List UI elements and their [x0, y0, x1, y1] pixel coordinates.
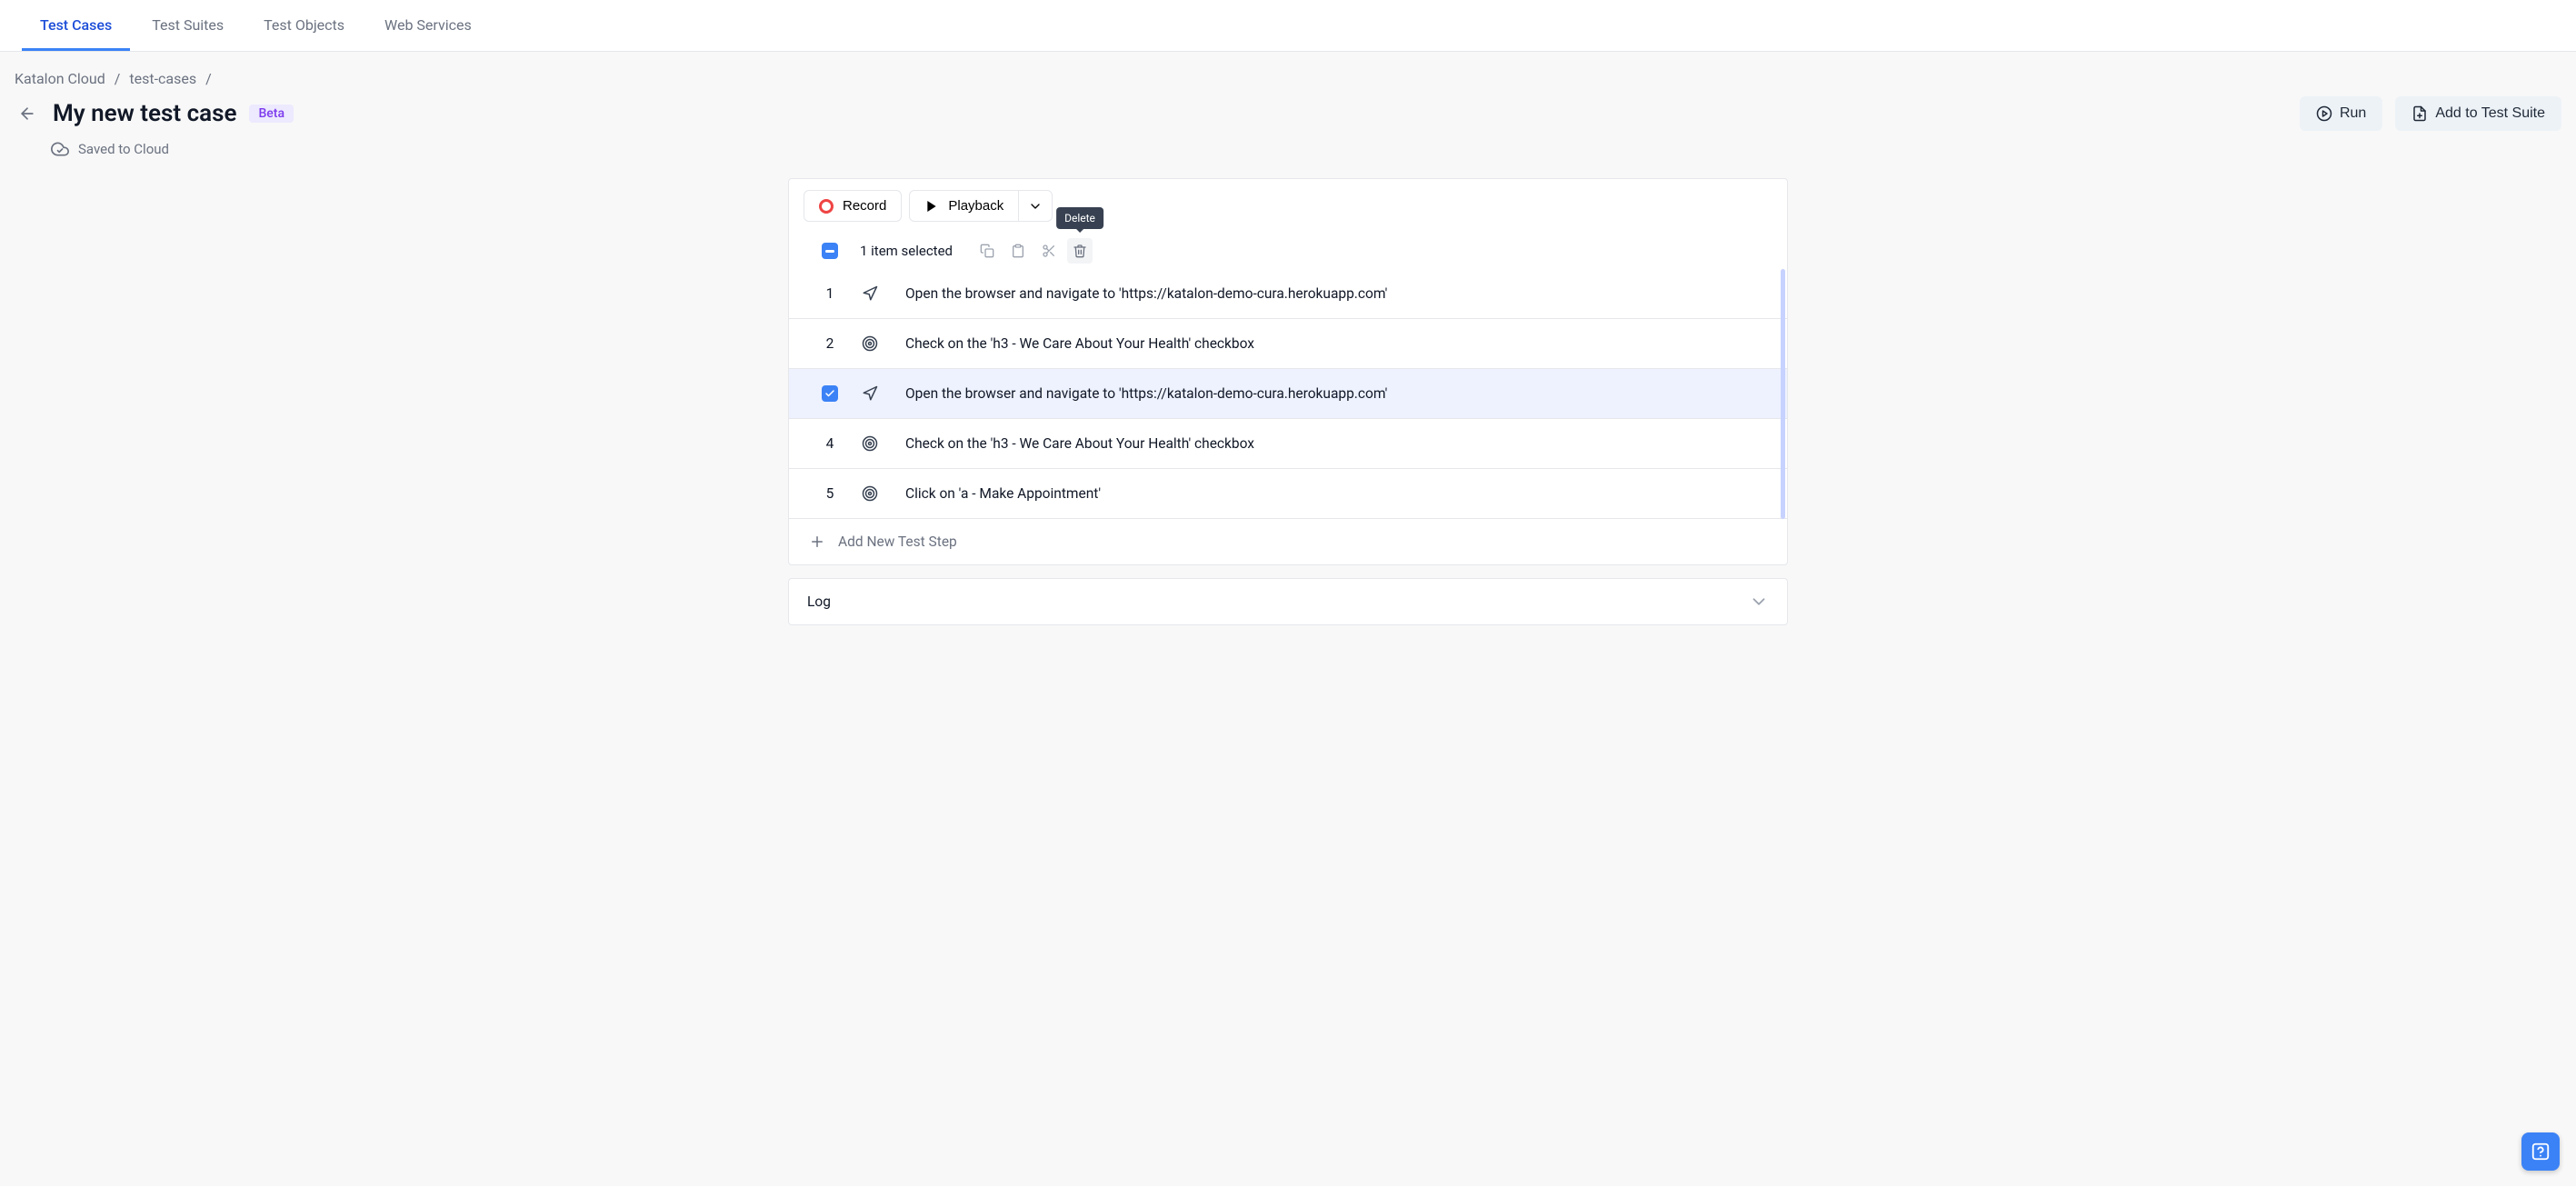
- log-label: Log: [807, 594, 831, 610]
- check-icon: [824, 388, 835, 399]
- delete-button[interactable]: [1067, 238, 1093, 264]
- trash-icon: [1073, 244, 1087, 258]
- cloud-status-text: Saved to Cloud: [78, 141, 169, 157]
- breadcrumb: Katalon Cloud / test-cases /: [15, 70, 2561, 87]
- help-icon: [2531, 1142, 2551, 1162]
- breadcrumb-root[interactable]: Katalon Cloud: [15, 70, 105, 87]
- file-plus-icon: [2411, 105, 2428, 122]
- test-step-row[interactable]: 4 Check on the 'h3 - We Care About Your …: [789, 419, 1787, 469]
- editor-toolbar: Record Playback: [789, 179, 1787, 233]
- select-all-checkbox[interactable]: [822, 243, 838, 259]
- paste-button[interactable]: [1005, 238, 1031, 264]
- help-button[interactable]: [2521, 1132, 2560, 1171]
- tab-test-objects[interactable]: Test Objects: [245, 0, 363, 51]
- run-button[interactable]: Run: [2300, 96, 2382, 131]
- scissors-icon: [1042, 244, 1056, 258]
- navigate-icon: [862, 385, 882, 402]
- run-button-label: Run: [2340, 105, 2366, 122]
- scrollbar[interactable]: [1781, 269, 1785, 519]
- target-icon: [862, 435, 882, 452]
- cloud-check-icon: [51, 140, 69, 158]
- page-header: Katalon Cloud / test-cases / My new test…: [0, 52, 2576, 169]
- selection-bar: 1 item selected Delete: [789, 233, 1787, 269]
- step-text: Click on 'a - Make Appointment': [905, 485, 1101, 502]
- copy-button[interactable]: [974, 238, 1000, 264]
- primary-tabbar: Test Cases Test Suites Test Objects Web …: [0, 0, 2576, 52]
- step-text: Check on the 'h3 - We Care About Your He…: [905, 435, 1254, 452]
- breadcrumb-separator: /: [205, 70, 212, 87]
- chevron-down-icon: [1749, 592, 1769, 612]
- breadcrumb-separator: /: [115, 70, 121, 87]
- chevron-down-icon: [1028, 199, 1043, 214]
- delete-tooltip: Delete: [1056, 207, 1103, 229]
- step-number: 2: [822, 335, 838, 352]
- cloud-status: Saved to Cloud: [15, 140, 2561, 158]
- step-number: 4: [822, 435, 838, 452]
- playback-label: Playback: [948, 198, 1003, 214]
- beta-badge: Beta: [249, 105, 294, 123]
- record-icon: [819, 199, 834, 214]
- clipboard-icon: [1011, 244, 1025, 258]
- breadcrumb-section[interactable]: test-cases: [129, 70, 196, 87]
- log-panel[interactable]: Log: [788, 578, 1788, 625]
- add-step-label: Add New Test Step: [838, 534, 957, 550]
- playback-dropdown[interactable]: [1019, 190, 1053, 222]
- test-step-row[interactable]: 2 Check on the 'h3 - We Care About Your …: [789, 319, 1787, 369]
- step-text: Open the browser and navigate to 'https:…: [905, 385, 1387, 402]
- test-step-row[interactable]: 1 Open the browser and navigate to 'http…: [789, 269, 1787, 319]
- navigate-icon: [862, 285, 882, 302]
- tab-web-services[interactable]: Web Services: [366, 0, 490, 51]
- cut-button[interactable]: [1036, 238, 1062, 264]
- step-text: Open the browser and navigate to 'https:…: [905, 285, 1387, 302]
- step-checkbox[interactable]: [822, 385, 838, 402]
- test-step-row[interactable]: 5 Click on 'a - Make Appointment': [789, 469, 1787, 519]
- record-button[interactable]: Record: [804, 190, 902, 222]
- record-label: Record: [843, 198, 886, 214]
- target-icon: [862, 335, 882, 352]
- selection-count: 1 item selected: [860, 243, 953, 259]
- add-new-test-step[interactable]: Add New Test Step: [789, 519, 1787, 564]
- tab-test-cases[interactable]: Test Cases: [22, 0, 130, 51]
- add-to-suite-label: Add to Test Suite: [2435, 105, 2545, 122]
- playback-button[interactable]: Playback: [909, 190, 1019, 222]
- tab-test-suites[interactable]: Test Suites: [134, 0, 242, 51]
- step-number: 5: [822, 485, 838, 502]
- page-title: My new test case: [53, 100, 236, 127]
- play-circle-icon: [2316, 105, 2332, 122]
- test-editor-card: Record Playback 1 item selected: [788, 178, 1788, 565]
- target-icon: [862, 485, 882, 502]
- play-icon: [924, 199, 939, 214]
- back-button[interactable]: [15, 101, 40, 126]
- test-step-row[interactable]: Open the browser and navigate to 'https:…: [789, 369, 1787, 419]
- add-to-test-suite-button[interactable]: Add to Test Suite: [2395, 96, 2561, 131]
- step-number: 1: [822, 285, 838, 302]
- copy-icon: [980, 244, 994, 258]
- step-text: Check on the 'h3 - We Care About Your He…: [905, 335, 1254, 352]
- test-steps-list: 1 Open the browser and navigate to 'http…: [789, 269, 1787, 519]
- plus-icon: [809, 534, 825, 550]
- arrow-left-icon: [18, 105, 36, 123]
